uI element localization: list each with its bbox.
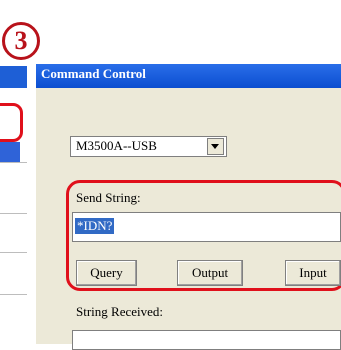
string-received-label: String Received: — [76, 304, 164, 319]
background-window-titlebar — [0, 66, 27, 88]
window-title: Command Control — [41, 66, 146, 81]
background-selected-row[interactable] — [0, 142, 20, 162]
background-divider — [0, 252, 27, 253]
string-received-field[interactable] — [72, 330, 341, 350]
background-divider — [0, 294, 27, 295]
device-select-value: M3500A--USB — [76, 138, 157, 153]
background-divider — [0, 162, 27, 163]
query-button[interactable]: Query — [76, 260, 137, 286]
output-button[interactable]: Output — [177, 260, 243, 286]
chevron-down-icon — [211, 144, 219, 149]
send-string-label: Send String: — [76, 190, 141, 205]
background-divider — [0, 213, 27, 214]
callout-highlight — [0, 103, 23, 142]
input-button[interactable]: Input — [285, 260, 341, 286]
step-marker: 3 — [2, 22, 40, 60]
send-string-value[interactable]: *IDN? — [75, 218, 115, 234]
